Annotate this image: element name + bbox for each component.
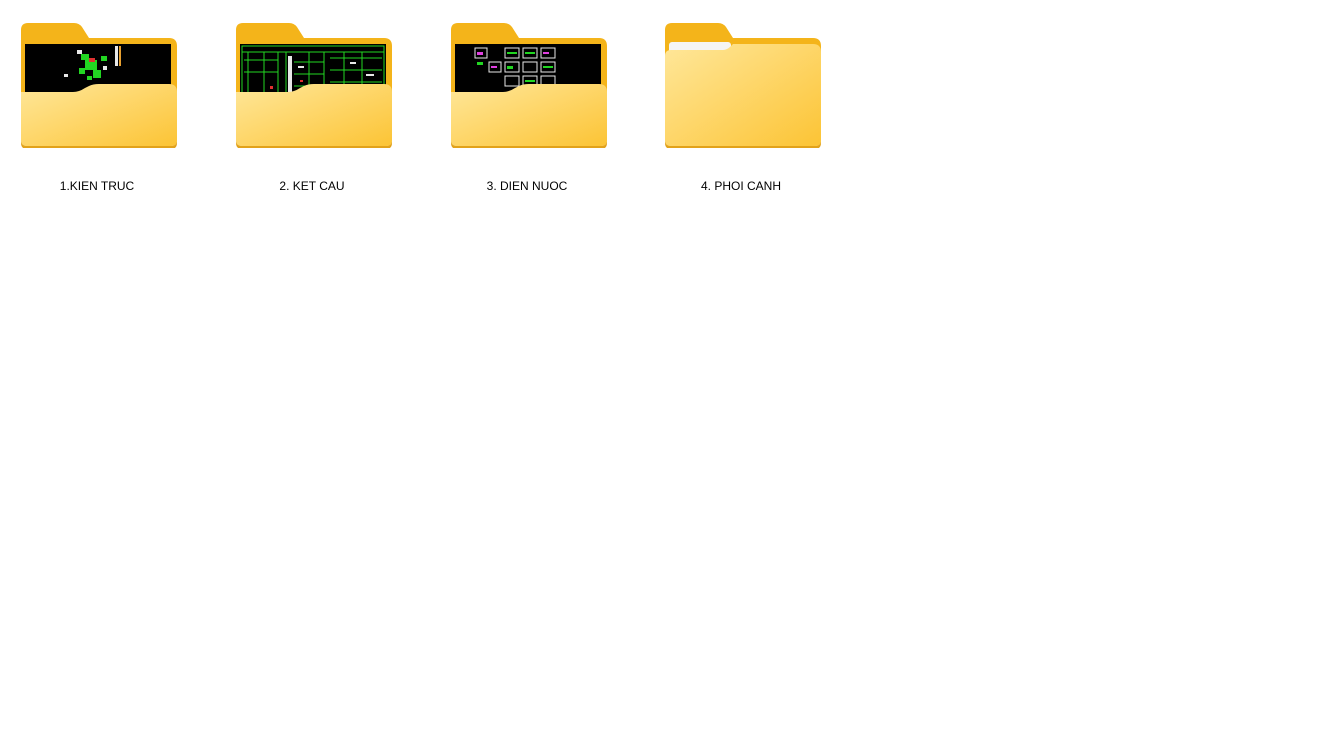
folder-name-label: 4. PHOI CANH — [700, 179, 781, 193]
folder-item-kien-truc[interactable]: 1.KIEN TRUC — [2, 18, 192, 200]
folder-with-cad-preview-icon — [234, 22, 394, 148]
folder-item-ket-cau[interactable]: 2. KET CAU — [217, 18, 407, 200]
folder-item-phoi-canh[interactable]: 4. PHOI CANH — [646, 18, 836, 200]
folder-with-cad-preview-icon — [19, 22, 179, 148]
folder-name-label: 2. KET CAU — [279, 179, 345, 193]
folder-name-label: 1.KIEN TRUC — [59, 179, 135, 193]
folder-with-cad-preview-icon — [449, 22, 609, 148]
empty-folder-icon — [663, 22, 823, 148]
folder-item-dien-nuoc[interactable]: 3. DIEN NUOC — [432, 18, 622, 200]
file-explorer-content-view: 1.KIEN TRUC 2. KET CAU 3. DIEN NUOC 4. P… — [0, 0, 1324, 754]
folder-name-label: 3. DIEN NUOC — [486, 179, 568, 193]
